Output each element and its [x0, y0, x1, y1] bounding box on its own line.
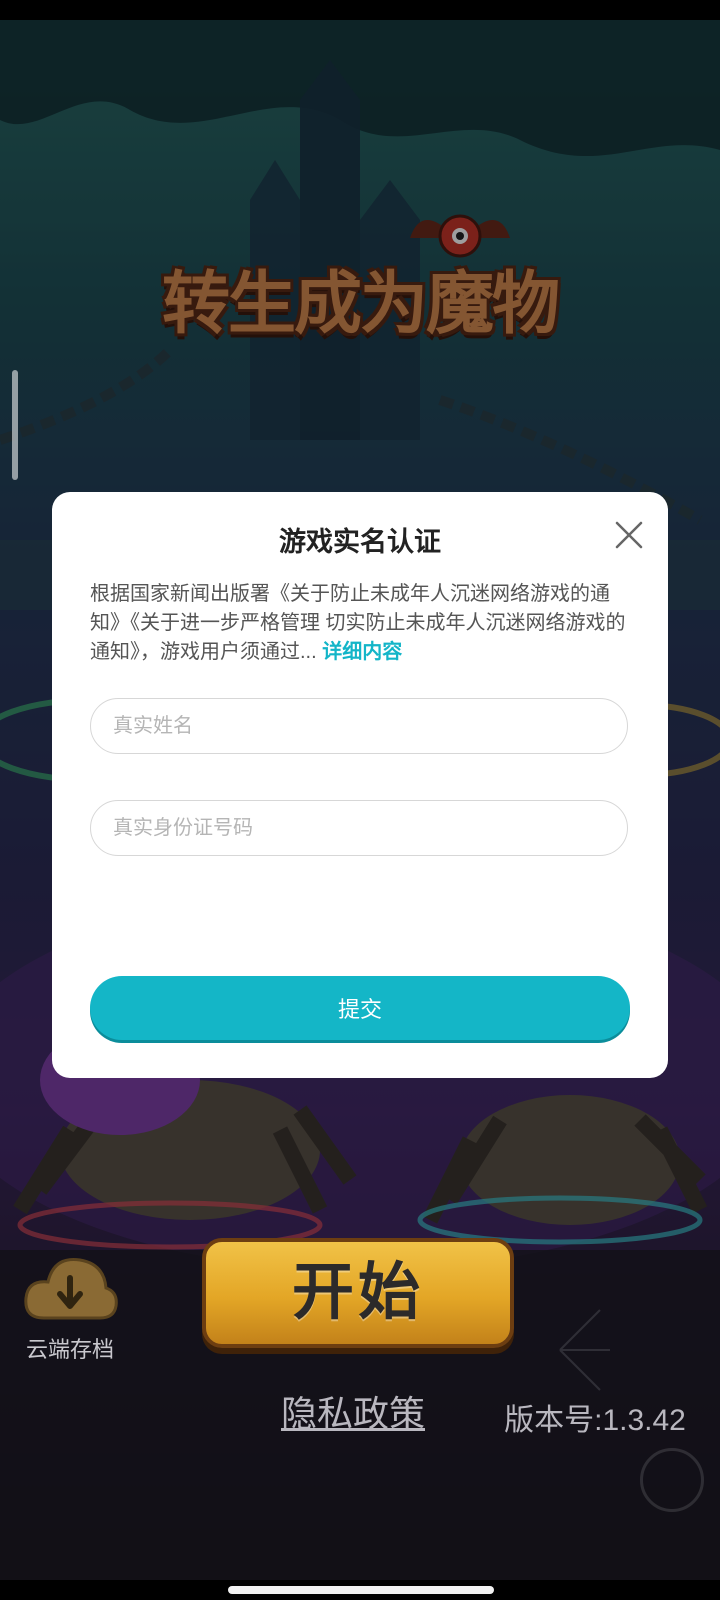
dialog-description: 根据国家新闻出版署《关于防止未成年人沉迷网络游戏的通知》《关于进一步严格管理 切…	[90, 580, 630, 667]
privacy-policy-link[interactable]: 隐私政策	[258, 1385, 448, 1437]
status-bar	[0, 0, 720, 20]
dialog-title: 游戏实名认证	[279, 527, 441, 557]
floating-circle-button[interactable]	[640, 1448, 704, 1512]
cloud-download-icon	[22, 1248, 118, 1326]
detail-link[interactable]: 详细内容	[322, 641, 402, 663]
real-name-dialog: 游戏实名认证 根据国家新闻出版署《关于防止未成年人沉迷网络游戏的通知》《关于进一…	[52, 492, 668, 1078]
submit-button[interactable]: 提交	[90, 976, 630, 1040]
cloud-save-label: 云端存档	[25, 1337, 114, 1362]
home-indicator[interactable]	[228, 1586, 494, 1594]
start-button-label: 开始	[291, 1255, 424, 1328]
real-name-input[interactable]	[90, 698, 628, 754]
close-icon[interactable]	[612, 518, 646, 552]
scrollbar[interactable]	[12, 370, 18, 480]
version-label: 版本号:1.3.42	[504, 1404, 686, 1437]
cloud-save-button[interactable]: 云端存档	[18, 1248, 122, 1364]
id-number-input[interactable]	[90, 800, 628, 856]
start-button[interactable]: 开始	[202, 1238, 514, 1348]
